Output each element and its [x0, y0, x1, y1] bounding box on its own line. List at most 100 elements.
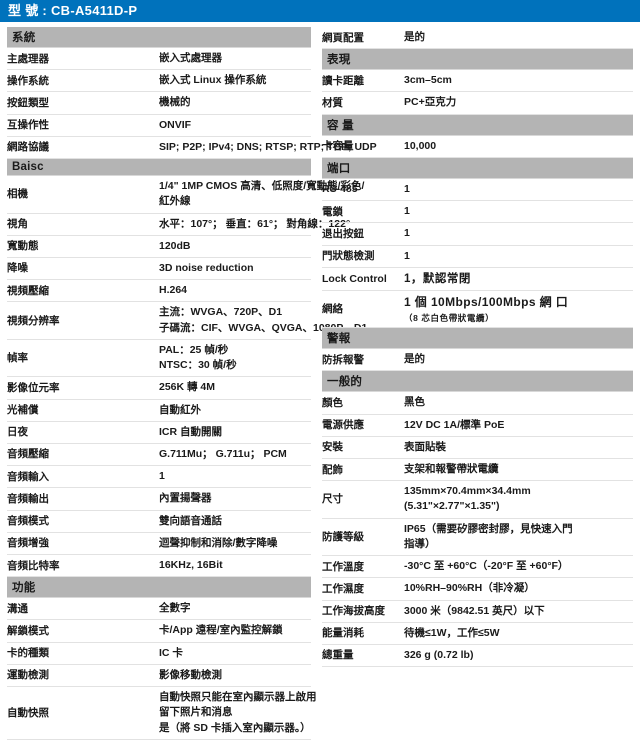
spec-row-label: 音頻壓縮	[7, 443, 159, 467]
spec-row: 按鈕類型 機械的	[7, 91, 311, 115]
spec-row: 工作溫度 -30°C 至 +60°C（-20°F 至 +60°F）	[322, 555, 633, 579]
spec-section-header: 一般的	[322, 370, 633, 393]
spec-row-label: 自動快照	[7, 686, 159, 740]
spec-row: 顏色 黑色	[322, 391, 633, 415]
spec-row-value: 3D noise reduction	[159, 257, 311, 281]
spec-row-label: 工作海拔高度	[322, 600, 404, 623]
spec-value-line: SIP; P2P; IPv4; DNS; RTSP; RTP; TCP; UDP	[159, 140, 377, 153]
spec-row-value: 影像移動檢測	[159, 664, 311, 688]
spec-row: 降噪 3D noise reduction	[7, 257, 311, 281]
spec-row-label: 相機	[7, 175, 159, 214]
spec-row-label: 音頻增強	[7, 532, 159, 556]
spec-row-label: 音頻輸出	[7, 487, 159, 511]
spec-row-label: 總重量	[322, 644, 404, 668]
spec-row-value: 120dB	[159, 235, 311, 258]
spec-row: 音頻模式 雙向語音通話	[7, 510, 311, 533]
spec-row: 電源供應 12V DC 1A/標準 PoE	[322, 414, 633, 437]
spec-section-title: 系統	[7, 27, 311, 48]
spec-row-value: G.711Mu； G.711u； PCM	[159, 443, 311, 467]
spec-value-line: PAL：25 幀/秒	[159, 343, 229, 356]
spec-value-line: 1 個 10Mbps/100Mbps 網 口	[404, 295, 569, 310]
spec-section-title: 容 量	[322, 114, 633, 136]
spec-row: 光補償 自動紅外	[7, 399, 311, 422]
spec-row-value: 1	[404, 200, 633, 224]
spec-value-line: -30°C 至 +60°C（-20°F 至 +60°F）	[404, 560, 569, 573]
spec-value-line: 3D noise reduction	[159, 261, 254, 274]
spec-value-line: 16KHz, 16Bit	[159, 559, 223, 572]
spec-row-label: 影像位元率	[7, 376, 159, 400]
spec-row-label: 寬動態	[7, 235, 159, 258]
spec-row: 操作系統 嵌入式 Linux 操作系統	[7, 69, 311, 93]
spec-section-header: 功能	[7, 576, 311, 599]
spec-value-line: 嵌入式 Linux 操作系統	[159, 74, 267, 87]
spec-section-header: 容 量	[322, 114, 633, 136]
spec-value-line: 1/4" 1MP CMOS 高清、低照度/寬動態/彩色/	[159, 180, 365, 193]
spec-value-line: 子碼流：CIF、WVGA、QVGA、1080P、D1	[159, 321, 368, 334]
spec-section-title: 一般的	[322, 370, 633, 393]
spec-row: 防拆報警 是的	[322, 348, 633, 372]
spec-row-value: 12V DC 1A/標準 PoE	[404, 414, 633, 437]
spec-row: 材質 PC+亞克力	[322, 91, 633, 115]
spec-value-line: 嵌入式處理器	[159, 52, 222, 64]
spec-row-value: 主流：WVGA、720P、D1 子碼流：CIF、WVGA、QVGA、1080P、D…	[159, 301, 368, 340]
spec-row-label: 解鎖模式	[7, 619, 159, 643]
spec-value-line: 1	[404, 249, 410, 262]
spec-row: 網絡 1 個 10Mbps/100Mbps 網 口 （8 芯白色帶狀電纜）	[322, 290, 633, 329]
spec-value-line: 指導）	[404, 537, 436, 550]
product-model-title-bar: 型 號 : CB-A5411D-P	[0, 0, 640, 22]
spec-row-label: 門狀態檢測	[322, 245, 404, 268]
spec-row-value: PAL：25 幀/秒 NTSC：30 幀/秒	[159, 339, 311, 378]
spec-section-header: 系統	[7, 27, 311, 48]
spec-value-line: 雙向語音通話	[159, 514, 222, 527]
spec-section-title: Baisc	[7, 158, 311, 177]
spec-row-label: 防護等級	[322, 518, 404, 557]
spec-value-line: NTSC：30 幀/秒	[159, 359, 237, 372]
spec-section-header: 警報	[322, 327, 633, 350]
spec-row: RS-485 1	[322, 178, 633, 202]
spec-row-label: 網絡	[322, 290, 404, 329]
spec-row: 能量消耗 待機≤1W，工作≤5W	[322, 622, 633, 645]
spec-row: 主處理器 嵌入式處理器	[7, 47, 311, 71]
spec-value-line: 支架和報警帶狀電纜	[404, 463, 499, 475]
spec-row-value: 嵌入式處理器	[159, 47, 311, 71]
spec-value-line: PC+亞克力	[404, 96, 457, 109]
spec-value-note: （8 芯白色帶狀電纜）	[404, 312, 495, 323]
spec-row: 退出按鈕 1	[322, 222, 633, 246]
spec-row-value: 自動快照只能在室內顯示器上啟用 留下照片和消息 是（將 SD 卡插入室內顯示器。）	[159, 686, 317, 740]
spec-row-label: 電鎖	[322, 200, 404, 224]
spec-value-line: 3000 米（9842.51 英尺）以下	[404, 604, 545, 617]
spec-row-value: 表面貼裝	[404, 436, 633, 460]
spec-row-label: 卡的種類	[7, 642, 159, 665]
spec-row-value: SIP; P2P; IPv4; DNS; RTSP; RTP; TCP; UDP	[159, 136, 377, 160]
spec-row-label: RS-485	[322, 178, 404, 202]
spec-row-label: 降噪	[7, 257, 159, 281]
spec-row: 卡的種類 IC 卡	[7, 642, 311, 665]
spec-row-label: 配飾	[322, 458, 404, 482]
spec-value-line: 326 g (0.72 lb)	[404, 648, 474, 661]
spec-section-title: 端口	[322, 157, 633, 179]
spec-row-value: 待機≤1W，工作≤5W	[404, 622, 633, 645]
spec-value-line: 自動快照只能在室內顯示器上啟用	[159, 691, 317, 704]
spec-row-value: 水平：107°； 垂直：61°； 對角線：122°	[159, 213, 350, 236]
spec-row: 電鎖 1	[322, 200, 633, 224]
spec-row: 音頻增強 迴聲抑制和消除/數字降噪	[7, 532, 311, 556]
spec-row: 日夜 ICR 自動開關	[7, 421, 311, 444]
spec-row-value: H.264	[159, 279, 311, 303]
spec-row: 寬動態 120dB	[7, 235, 311, 258]
spec-row: 尺寸 135mm×70.4mm×34.4mm (5.31"×2.77"×1.35")	[322, 480, 633, 519]
spec-row-label: 按鈕類型	[7, 91, 159, 115]
spec-value-line: G.711Mu； G.711u； PCM	[159, 447, 287, 460]
spec-row: 運動檢測 影像移動檢測	[7, 664, 311, 688]
spec-row-value: 1	[404, 222, 633, 246]
spec-value-line: 內置揚聲器	[159, 492, 212, 505]
spec-row-value: 135mm×70.4mm×34.4mm (5.31"×2.77"×1.35")	[404, 480, 633, 519]
spec-row: 互操作性 ONVIF	[7, 114, 311, 137]
spec-value-line: 留下照片和消息	[159, 706, 233, 719]
spec-value-line: 1	[404, 205, 410, 218]
spec-sheet: 型 號 : CB-A5411D-P 系統 主處理器 嵌入式處理器 操作系統 嵌入式 Li…	[0, 0, 640, 740]
spec-row: 視頻分辨率 主流：WVGA、720P、D1 子碼流：CIF、WVGA、QVGA、10…	[7, 301, 368, 340]
spec-value-line: 12V DC 1A/標準 PoE	[404, 418, 505, 431]
spec-row-label: 互操作性	[7, 114, 159, 137]
spec-row: 解鎖模式 卡/App 遠程/室內監控解鎖	[7, 619, 311, 643]
spec-value-line: 1	[159, 470, 165, 483]
